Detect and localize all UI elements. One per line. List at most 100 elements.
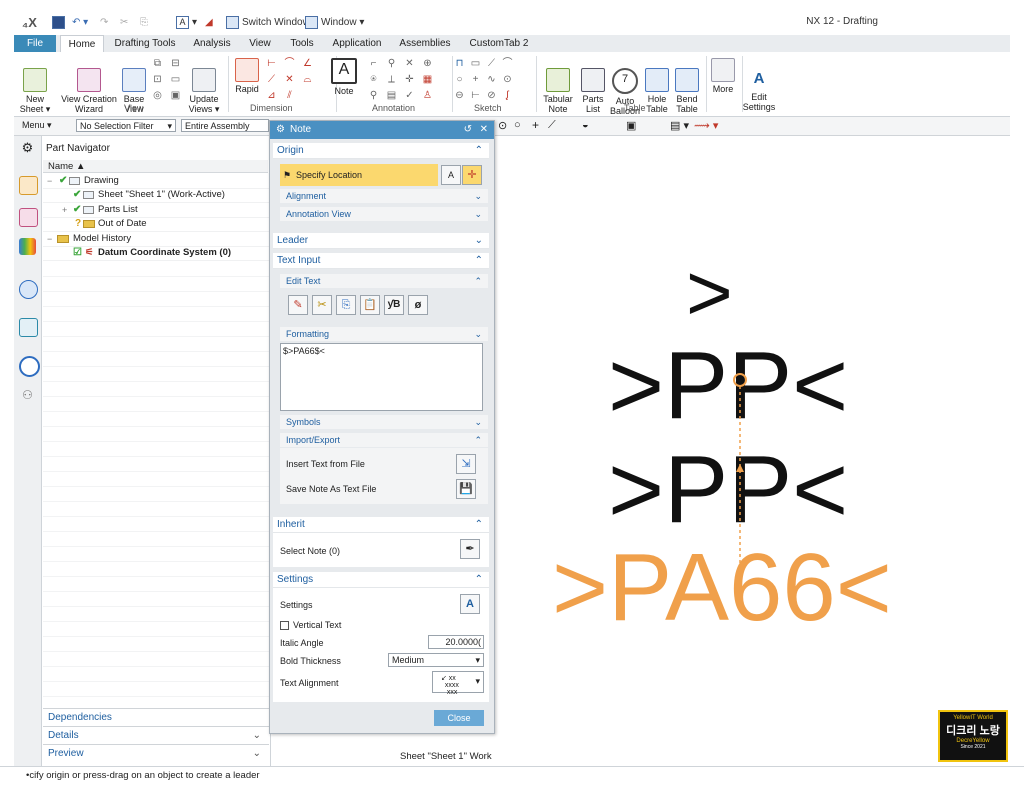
specify-location-row[interactable]: ⚑ Specify Location	[280, 164, 438, 186]
arc-icon[interactable]: ⌒	[502, 58, 513, 69]
show-hide-icon[interactable]: ◒	[582, 119, 589, 131]
section-settings[interactable]: Settings ⌃	[273, 572, 489, 588]
spline-icon[interactable]: ∿	[486, 74, 497, 85]
expand-icon[interactable]: +	[62, 203, 69, 217]
details-panel[interactable]: Details ⌄	[43, 726, 269, 743]
bend-table-button[interactable]: Bend Table	[672, 58, 702, 114]
crosshatch-icon[interactable]: ✕	[404, 58, 415, 69]
centerline-icon[interactable]: ✛	[404, 74, 415, 85]
reset-icon[interactable]: ↺	[464, 121, 472, 139]
window-menu[interactable]: Window ▾	[305, 13, 364, 31]
line-snap-icon[interactable]: ⟋	[548, 119, 556, 132]
subsection-alignment[interactable]: Alignment ⌄	[280, 189, 488, 203]
tree-row-model-history[interactable]: − Model History	[43, 232, 269, 247]
linear-dim-icon[interactable]: ⊢	[266, 58, 277, 69]
ellipse-icon[interactable]: ⊖	[454, 90, 465, 101]
note-dialog-titlebar[interactable]: ⚙ Note ↺ ✕	[270, 121, 494, 139]
reuse-library-icon[interactable]	[19, 238, 36, 255]
detail-view-icon[interactable]: ◎	[152, 90, 163, 101]
save-icon[interactable]	[52, 13, 68, 31]
cut-icon[interactable]: ✂	[312, 295, 332, 315]
tree-row-drawing[interactable]: − ✔ Drawing	[43, 174, 269, 189]
eraser-icon[interactable]: ◢	[205, 13, 213, 31]
sketch-profile-icon[interactable]: ⊓	[454, 58, 465, 69]
switch-window-button[interactable]: Switch Window	[226, 13, 310, 31]
perimeter-dim-icon[interactable]: ⫽	[284, 90, 295, 101]
rapid-dimension-button[interactable]: Rapid	[232, 58, 262, 94]
text-alignment-select[interactable]: ↙ xx xxxx xxx ▾	[432, 671, 484, 696]
break-view-icon[interactable]: ⊟	[170, 58, 181, 69]
vertical-text-checkbox[interactable]	[280, 621, 289, 630]
close-button[interactable]: Close	[434, 710, 484, 726]
subsection-edit-text[interactable]: Edit Text ⌃	[280, 274, 488, 288]
copy-icon[interactable]: ⎘	[140, 13, 148, 31]
select-next-symbol-icon[interactable]: ø	[408, 295, 428, 315]
tab-file[interactable]: File	[14, 35, 56, 52]
text-format-icon[interactable]: A ▾	[176, 13, 197, 31]
line-icon[interactable]: ⟋	[486, 58, 497, 69]
tab-customtab-2[interactable]: CustomTab 2	[464, 35, 534, 52]
eyedropper-icon[interactable]: ✒	[460, 539, 480, 559]
note-text-line-1[interactable]: >	[686, 248, 733, 338]
snap-point-icon[interactable]: ○	[514, 119, 521, 131]
note-text-area[interactable]: $>PA66$<	[280, 343, 483, 411]
cut-icon[interactable]: ✂	[120, 13, 128, 31]
clear-text-icon[interactable]: ✎	[288, 295, 308, 315]
snap-icon[interactable]: ⊙	[498, 119, 507, 132]
delete-text-attribute-icon[interactable]: ƴB	[384, 295, 404, 315]
trim-icon[interactable]: ⊢	[470, 90, 481, 101]
dependencies-panel[interactable]: Dependencies	[43, 708, 269, 725]
edit-settings-button[interactable]: A Edit Settings	[742, 58, 776, 112]
section-origin[interactable]: Origin ⌃	[273, 143, 489, 159]
menu-button[interactable]: Menu ▾	[22, 120, 52, 131]
polygon-icon[interactable]: ⊙	[502, 74, 513, 85]
roles-icon[interactable]: ⚇	[19, 388, 36, 405]
save-note-file-icon[interactable]: 💾	[456, 479, 476, 499]
drawing-view-icon[interactable]: ▭	[170, 74, 181, 85]
point-dialog-icon[interactable]: ✛	[462, 165, 482, 185]
crosshair-icon[interactable]: +	[532, 118, 539, 132]
tree-row-datum-csys[interactable]: ☑ ⚟ Datum Coordinate System (0)	[43, 246, 269, 261]
image-icon[interactable]: ▤	[386, 90, 397, 101]
datum-feature-icon[interactable]: ⚲	[386, 58, 397, 69]
column-header-name[interactable]: Name ▲	[43, 160, 268, 173]
radial-dim-icon[interactable]: ⌒	[284, 58, 295, 69]
view-boundary-icon[interactable]: ▣	[170, 90, 181, 101]
tab-analysis[interactable]: Analysis	[190, 35, 234, 52]
center-mark-icon[interactable]: ⊕	[422, 58, 433, 69]
arc-length-dim-icon[interactable]: ⌓	[302, 74, 313, 85]
projected-view-icon[interactable]: ⧉	[152, 58, 163, 69]
tab-drafting-tools[interactable]: Drafting Tools	[108, 35, 182, 52]
origin-tool-icon[interactable]: A	[441, 165, 461, 185]
hole-table-button[interactable]: Hole Table	[642, 58, 672, 114]
preview-panel[interactable]: Preview ⌄	[43, 744, 269, 761]
subsection-formatting[interactable]: Formatting ⌄	[280, 327, 488, 341]
view-creation-wizard-button[interactable]: View Creation Wizard	[60, 58, 118, 114]
selection-filter-select[interactable]: No Selection Filter ▾	[76, 119, 176, 132]
subsection-import-export[interactable]: Import/Export ⌃	[280, 433, 488, 447]
assembly-navigator-icon[interactable]	[19, 208, 38, 227]
collapse-icon[interactable]: −	[47, 232, 54, 246]
circle-icon[interactable]: ○	[454, 74, 465, 85]
tab-home[interactable]: Home	[60, 35, 104, 52]
parts-list-button[interactable]: Parts List	[578, 58, 608, 114]
constraint-icon[interactable]: ᶘ	[502, 90, 513, 101]
feature-control-icon[interactable]: ⌐	[368, 58, 379, 69]
settings-gear-icon[interactable]: ⚙	[19, 140, 36, 157]
rectangle-icon[interactable]: ▭	[470, 58, 481, 69]
datum-target-icon[interactable]: ⍟	[368, 74, 379, 85]
paste-icon[interactable]: 📋	[360, 295, 380, 315]
surface-finish-icon[interactable]: ⚲	[368, 90, 379, 101]
orient-view-icon[interactable]: ⟿ ▾	[694, 119, 718, 132]
redo-icon[interactable]: ↷	[100, 13, 108, 31]
web-browser-icon[interactable]	[19, 280, 38, 299]
render-style-icon[interactable]: ▤ ▾	[670, 119, 689, 132]
part-navigator-icon[interactable]	[19, 176, 38, 195]
bold-thickness-select[interactable]: Medium ▾	[388, 653, 484, 667]
angular-dim-icon[interactable]: ∠	[302, 58, 313, 69]
ballon-icon[interactable]: ♙	[422, 90, 433, 101]
chamfer-dim-icon[interactable]: ⟋	[266, 74, 277, 85]
style-settings-icon[interactable]: A	[460, 594, 480, 614]
checkbox-checked-icon[interactable]: ☑	[73, 246, 82, 260]
assembly-scope-select[interactable]: Entire Assembly	[181, 119, 269, 132]
